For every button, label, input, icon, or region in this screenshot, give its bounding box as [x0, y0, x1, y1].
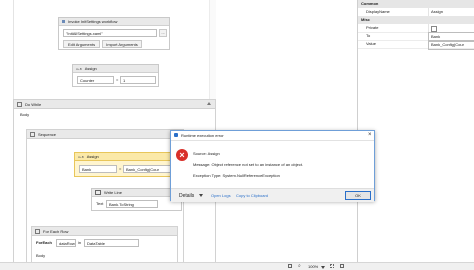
for-each-row-header: For Each Row [32, 227, 177, 236]
for-each-row-activity[interactable]: For Each Row ForEach dataRow in DataTabl… [31, 226, 178, 264]
sequence-header: Sequence [27, 130, 183, 139]
assign-icon: A+B [78, 154, 84, 159]
property-value-field[interactable] [428, 24, 474, 32]
invoke-workflow-icon [62, 20, 65, 23]
zoom-dropdown-icon[interactable] [321, 266, 325, 269]
do-while-title: Do While [25, 101, 42, 107]
collapse-icon[interactable] [17, 101, 22, 107]
sequence-activity[interactable]: Sequence A+B Assign Bank = Bank_Config(C… [26, 129, 184, 264]
zoom-level[interactable]: 100% [308, 264, 318, 269]
property-key: Private [366, 25, 379, 30]
assign-bank-header: A+B Assign [75, 153, 183, 161]
invoke-workflow-title: Invoke InitSettings workflow [68, 19, 118, 24]
invoke-workflow-header: Invoke InitSettings workflow [59, 18, 169, 26]
write-line-activity[interactable]: Write Line Text Bank.ToString [91, 188, 182, 211]
assign-value-field[interactable]: 1 [120, 76, 156, 84]
write-line-text-field[interactable]: Bank.ToString [106, 200, 158, 208]
error-source: Source: Assign [193, 151, 220, 156]
overview-icon[interactable] [288, 264, 292, 268]
collapse-icon[interactable] [35, 228, 40, 234]
assign-bank-to-field[interactable]: Bank [79, 165, 117, 173]
property-value-field[interactable]: Assign [428, 8, 474, 16]
chevron-down-icon[interactable] [199, 194, 203, 197]
sequence-title: Sequence [38, 131, 57, 137]
designer-status-bar: ⌕ 100% [0, 262, 474, 270]
assign-bank-title: Assign [86, 154, 99, 159]
assign-counter-header: A+B Assign [73, 65, 158, 73]
reset-zoom-icon[interactable] [340, 264, 344, 268]
details-toggle[interactable]: Details [179, 193, 194, 199]
for-each-label: ForEach [36, 240, 53, 245]
for-each-in-label: in [78, 240, 82, 245]
expand-collapse-icon[interactable] [207, 102, 211, 105]
property-value-field[interactable]: Bank_Config(Cour [428, 40, 474, 50]
workflow-path-field[interactable]: "InitAllSettings.xaml" [63, 29, 157, 37]
import-arguments-button[interactable]: Import Arguments [102, 40, 142, 48]
do-while-header: Do While [14, 100, 215, 109]
runtime-error-dialog: Runtime execution error × × Source: Assi… [170, 130, 375, 202]
dialog-footer: Details Open Logs Copy to Clipboard OK [171, 188, 374, 202]
assign-counter-activity[interactable]: A+B Assign Counter = 1 [72, 64, 159, 87]
error-message: Message: Object reference not set to an … [193, 162, 304, 167]
for-each-collection-field[interactable]: DataTable [84, 239, 139, 247]
dialog-close-icon[interactable]: × [368, 132, 372, 138]
write-line-icon [95, 190, 101, 195]
error-exception-type: Exception Type: System.NullReferenceExce… [193, 173, 280, 178]
dialog-title: Runtime execution error [181, 133, 224, 138]
properties-category-misc[interactable]: Misc [358, 16, 474, 24]
assign-bank-equals-sign: = [119, 166, 122, 171]
browse-file-button[interactable]: ... [159, 29, 167, 37]
property-key: DisplayName [366, 9, 390, 14]
for-each-item-field[interactable]: dataRow [56, 239, 76, 247]
do-while-body-label: Body [20, 112, 30, 117]
for-each-row-title: For Each Row [43, 228, 69, 234]
assign-bank-activity[interactable]: A+B Assign Bank = Bank_Config(Cour [74, 152, 184, 177]
invoke-workflow-activity[interactable]: Invoke InitSettings workflow "InitAllSet… [58, 17, 170, 50]
copy-to-clipboard-link[interactable]: Copy to Clipboard [236, 193, 268, 198]
write-line-title: Write Line [104, 190, 122, 195]
error-icon: × [176, 149, 188, 161]
assign-counter-title: Assign [84, 66, 97, 71]
fit-to-screen-icon[interactable] [330, 264, 334, 268]
property-key: Value [366, 41, 376, 46]
app-icon [174, 133, 178, 137]
write-line-text-label: Text [96, 201, 104, 206]
search-icon[interactable]: ⌕ [298, 263, 301, 269]
assign-to-field[interactable]: Counter [77, 76, 114, 84]
open-logs-link[interactable]: Open Logs [211, 193, 231, 198]
property-row-value[interactable]: Value Bank_Config(Cour [358, 40, 474, 50]
dialog-title-bar[interactable]: Runtime execution error × [171, 131, 374, 141]
assign-icon: A+B [76, 66, 82, 71]
write-line-header: Write Line [92, 189, 181, 197]
for-each-body-label: Body [36, 253, 46, 258]
ok-button[interactable]: OK [345, 191, 371, 200]
assign-equals-sign: = [116, 77, 119, 82]
property-key: To [366, 33, 371, 38]
properties-category-common[interactable]: Common [358, 0, 474, 8]
collapse-icon[interactable] [30, 131, 35, 137]
edit-arguments-button[interactable]: Edit Arguments [63, 40, 100, 48]
